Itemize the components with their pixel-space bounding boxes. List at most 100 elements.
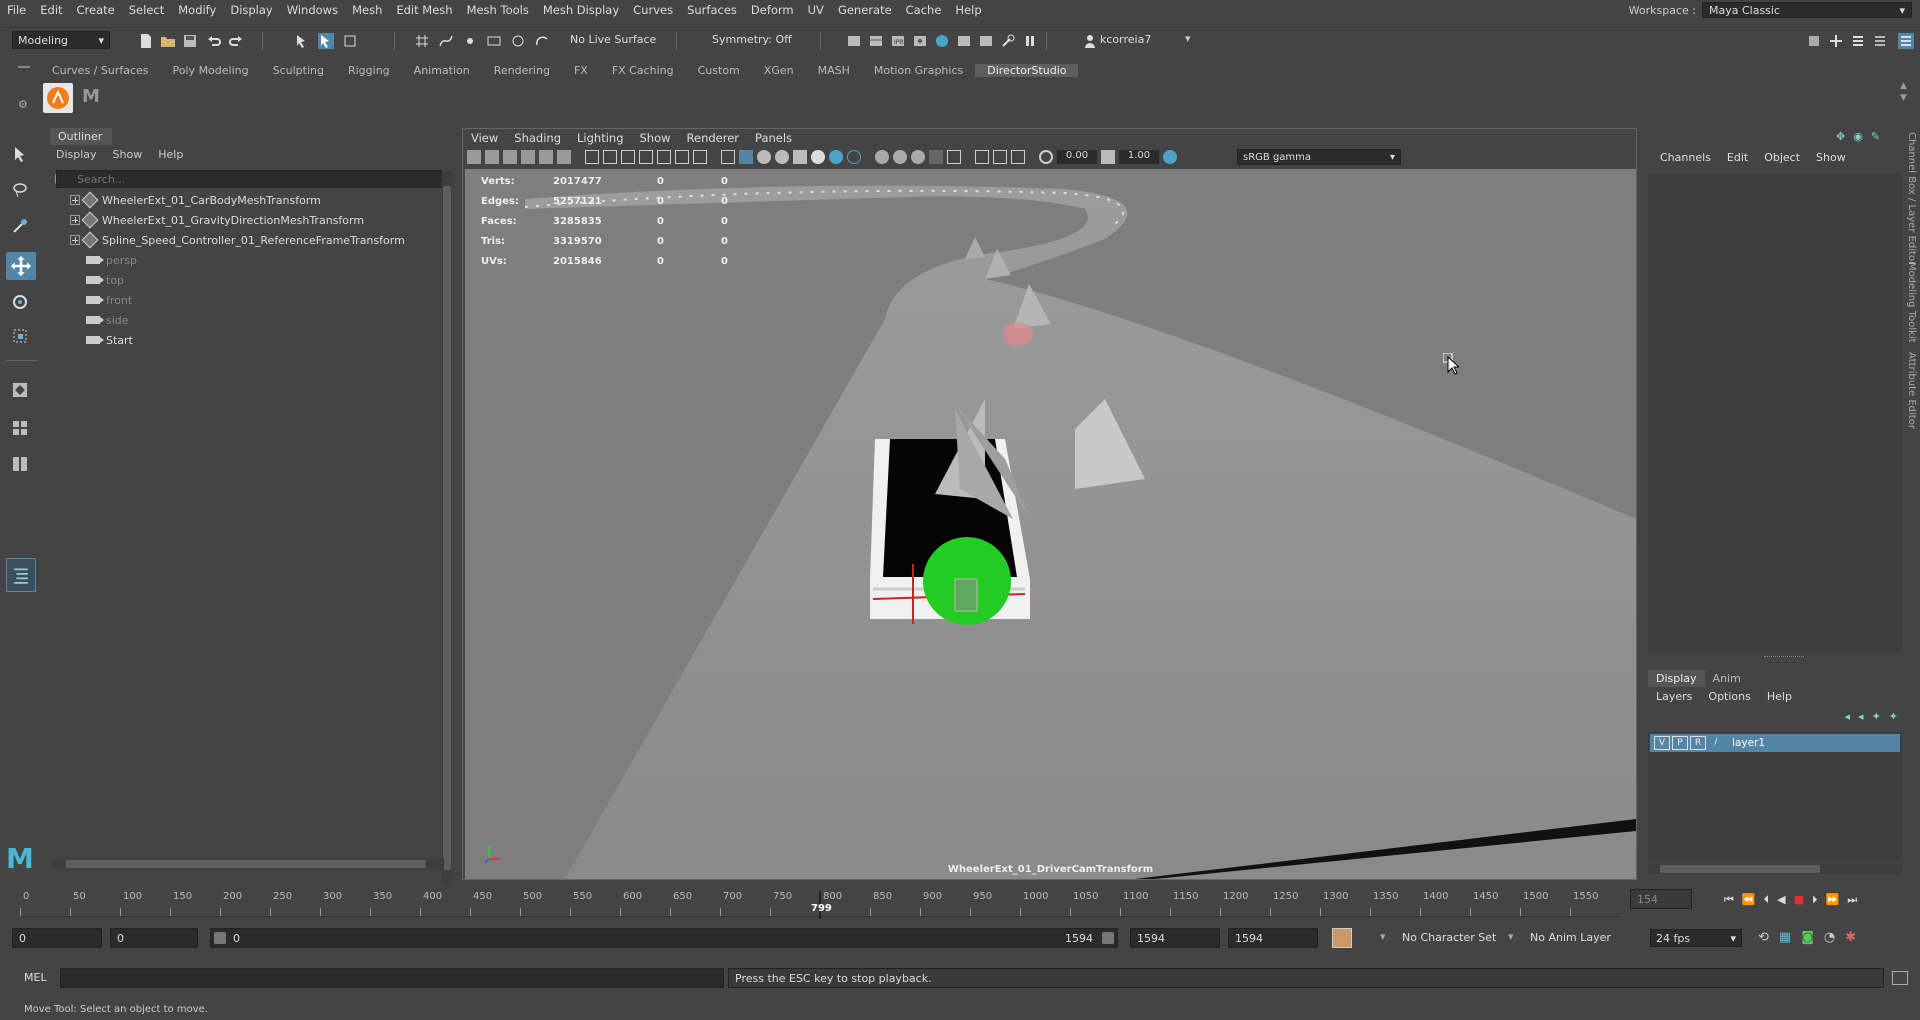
outliner-vertical-scrollbar[interactable] — [442, 170, 452, 890]
layer-name[interactable]: layer1 — [1732, 737, 1765, 749]
anim-layer-label[interactable]: No Anim Layer — [1530, 931, 1611, 944]
select-component-icon[interactable] — [342, 33, 358, 49]
outliner-item[interactable]: persp — [56, 250, 446, 270]
layer-visibility-toggle[interactable]: V — [1654, 736, 1670, 750]
menu-edit[interactable]: Edit — [33, 3, 69, 17]
new-scene-icon[interactable] — [138, 33, 154, 49]
animation-start-field[interactable]: 0 — [12, 928, 102, 948]
shelf-tab-sculpting[interactable]: Sculpting — [261, 64, 336, 77]
shelf-tab-fx[interactable]: FX — [562, 64, 600, 77]
bookmarks-icon[interactable] — [503, 150, 517, 164]
channel-box-menu-object[interactable]: Object — [1756, 151, 1808, 164]
single-perspective-layout-icon[interactable] — [12, 382, 28, 398]
move-layer-up-icon[interactable]: ◂ — [1845, 710, 1851, 723]
command-input[interactable] — [60, 968, 724, 988]
step-back-key-icon[interactable]: ⏪ — [1742, 893, 1756, 907]
playback-speed-icon[interactable]: ◔ — [1824, 930, 1835, 945]
layer-reference-toggle[interactable]: R — [1690, 736, 1706, 750]
loop-icon[interactable]: ⟲ — [1758, 930, 1769, 945]
layer-playback-toggle[interactable]: P — [1672, 736, 1688, 750]
auto-key-icon[interactable] — [1332, 928, 1352, 948]
camera-attributes-icon[interactable] — [485, 150, 499, 164]
lasso-tool-icon[interactable] — [12, 182, 28, 198]
viewport-menu-shading[interactable]: Shading — [506, 131, 569, 145]
shelf-menu-icon[interactable] — [18, 66, 30, 68]
character-set-label[interactable]: No Character Set — [1402, 931, 1496, 944]
step-forward-frame-icon[interactable]: ⏵ — [1812, 893, 1818, 907]
layer-tab-anim[interactable]: Anim — [1705, 670, 1749, 687]
outliner-item[interactable]: top — [56, 270, 446, 290]
go-to-end-icon[interactable]: ⏭ — [1847, 893, 1857, 907]
channel-box-menu-edit[interactable]: Edit — [1719, 151, 1756, 164]
shelf-tab-xgen[interactable]: XGen — [752, 64, 806, 77]
select-object-icon[interactable] — [318, 33, 334, 49]
open-scene-icon[interactable] — [160, 33, 176, 49]
exposure-field[interactable]: 0.00 — [1057, 150, 1097, 164]
help-icon[interactable]: ◉ — [1853, 130, 1863, 143]
range-end-handle[interactable] — [1102, 932, 1114, 944]
menu-set-dropdown[interactable]: Modeling ▾ — [12, 31, 110, 49]
view-transform-dropdown[interactable]: sRGB gamma ▾ — [1237, 149, 1401, 165]
film-gate-icon[interactable] — [603, 150, 617, 164]
modeling-toolkit-icon[interactable] — [1806, 33, 1822, 49]
channel-box-menu-show[interactable]: Show — [1808, 151, 1854, 164]
directorstudio-shelf-button[interactable] — [43, 83, 73, 113]
script-editor-icon[interactable] — [1892, 971, 1908, 985]
outliner-item[interactable]: Start — [56, 330, 446, 350]
menu-windows[interactable]: Windows — [280, 3, 345, 17]
expand-icon[interactable] — [70, 195, 80, 205]
menu-cache[interactable]: Cache — [899, 3, 949, 17]
live-surface-label[interactable]: No Live Surface — [570, 33, 656, 46]
shelf-tab-animation[interactable]: Animation — [402, 64, 482, 77]
render-sequence-icon[interactable] — [868, 33, 884, 49]
step-forward-key-icon[interactable]: ⏩ — [1825, 893, 1839, 907]
playback-end-field[interactable]: 1594 — [1130, 928, 1220, 948]
ambient-occlusion-icon[interactable] — [847, 150, 861, 164]
menu-deform[interactable]: Deform — [744, 3, 801, 17]
cache-playback-icon[interactable]: ▦ — [1779, 930, 1791, 945]
image-plane-icon[interactable] — [521, 150, 535, 164]
script-language-label[interactable]: MEL — [24, 971, 47, 984]
outliner-title[interactable]: Outliner — [50, 128, 112, 145]
create-layer-from-selection-icon[interactable]: ✦ — [1889, 710, 1898, 723]
user-name[interactable]: kcorreia7 — [1100, 33, 1151, 46]
textured-icon[interactable] — [793, 150, 807, 164]
grid-icon[interactable] — [585, 150, 599, 164]
pause-icon[interactable] — [1022, 33, 1038, 49]
shelf-scroll[interactable]: ▲ ▼ — [1900, 80, 1907, 104]
menu-edit-mesh[interactable]: Edit Mesh — [389, 3, 459, 17]
ipr-render-icon[interactable]: IPR — [890, 33, 906, 49]
rotate-tool-icon[interactable] — [12, 294, 28, 310]
outliner-item[interactable]: front — [56, 290, 446, 310]
menu-create[interactable]: Create — [70, 3, 122, 17]
render-view-icon[interactable] — [956, 33, 972, 49]
layer-row[interactable]: V P R / layer1 — [1650, 734, 1900, 752]
shelf-tab-poly-modeling[interactable]: Poly Modeling — [161, 64, 261, 77]
exposure-icon[interactable] — [1039, 150, 1053, 164]
render-settings-icon[interactable] — [912, 33, 928, 49]
shelf-tab-curves-surfaces[interactable]: Curves / Surfaces — [40, 64, 161, 77]
move-tool-button[interactable] — [6, 252, 36, 280]
scrollbar-thumb[interactable] — [1660, 865, 1820, 873]
shadows-icon[interactable] — [829, 150, 843, 164]
layer-menu-layers[interactable]: Layers — [1648, 690, 1700, 703]
smooth-shade-icon[interactable] — [739, 150, 753, 164]
symmetry-label[interactable]: Symmetry: Off — [712, 33, 792, 46]
isolate-icon[interactable] — [975, 150, 989, 164]
menu-display[interactable]: Display — [223, 3, 279, 17]
stop-icon[interactable]: ■ — [1794, 893, 1804, 907]
layer-horizontal-scrollbar[interactable] — [1648, 864, 1902, 874]
animation-end-field[interactable]: 1594 — [1228, 928, 1318, 948]
gear-icon[interactable]: ⚙ — [18, 98, 28, 111]
select-hierarchy-icon[interactable] — [294, 33, 310, 49]
backface-culling-icon[interactable] — [993, 150, 1007, 164]
save-scene-icon[interactable] — [182, 33, 198, 49]
outliner-item[interactable]: Spline_Speed_Controller_01_ReferenceFram… — [56, 230, 446, 250]
scrollbar-thumb[interactable] — [443, 186, 451, 870]
scale-tool-icon[interactable] — [12, 328, 28, 344]
frame-buffer-icon[interactable] — [978, 33, 994, 49]
menu-curves[interactable]: Curves — [626, 3, 680, 17]
chevron-down-icon[interactable]: ▾ — [1185, 32, 1191, 45]
edit-icon[interactable]: ✎ — [1871, 130, 1880, 143]
pin-icon[interactable]: ✥ — [1836, 130, 1845, 143]
